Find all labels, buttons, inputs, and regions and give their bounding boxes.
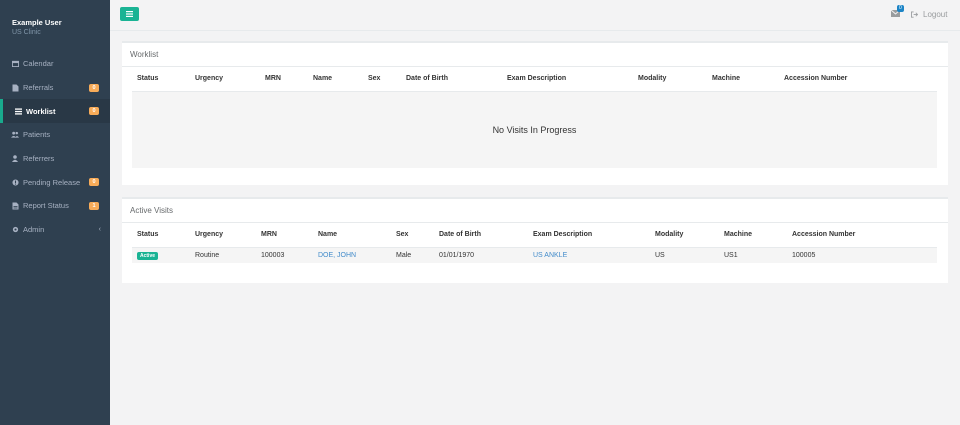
- messages-count-badge: 0: [897, 5, 904, 12]
- column-header[interactable]: Date of Birth: [401, 67, 502, 92]
- sidebar-item-referrals[interactable]: Referrals 0: [0, 76, 110, 100]
- worklist-body: Status Urgency MRN Name Sex Date of Birt…: [122, 67, 948, 168]
- column-header[interactable]: Status: [132, 67, 190, 92]
- column-header[interactable]: Urgency: [190, 223, 256, 248]
- calendar-icon: [11, 60, 19, 68]
- dob-cell: 01/01/1970: [434, 247, 528, 263]
- worklist-header-row: Status Urgency MRN Name Sex Date of Birt…: [132, 67, 937, 92]
- active-visits-table: Status Urgency MRN Name Sex Date of Birt…: [132, 223, 937, 263]
- sidebar-item-label: Patients: [23, 130, 51, 140]
- bars-icon: [126, 11, 133, 17]
- name-cell: DOE, JOHN: [313, 247, 391, 263]
- column-header[interactable]: Exam Description: [502, 67, 633, 92]
- sidebar-item-label: Calendar: [23, 59, 54, 69]
- worklist-table: Status Urgency MRN Name Sex Date of Birt…: [132, 67, 937, 92]
- column-header[interactable]: Urgency: [190, 67, 260, 92]
- table-row[interactable]: Active Routine 100003 DOE, JOHN Male 01/…: [132, 247, 937, 263]
- users-icon: [11, 131, 19, 139]
- column-header[interactable]: Modality: [633, 67, 707, 92]
- cog-icon: [11, 226, 19, 234]
- column-header[interactable]: Name: [308, 67, 363, 92]
- column-header[interactable]: Machine: [719, 223, 787, 248]
- menu-toggle-button[interactable]: [120, 7, 139, 21]
- accession-cell: 100005: [787, 247, 937, 263]
- column-header[interactable]: MRN: [256, 223, 313, 248]
- report-status-badge: 1: [89, 201, 99, 210]
- report-icon: [11, 202, 19, 210]
- column-header[interactable]: Accession Number: [787, 223, 937, 248]
- column-header[interactable]: Accession Number: [779, 67, 937, 92]
- urgency-cell: Routine: [190, 247, 256, 263]
- sidebar-item-label: Referrers: [23, 154, 55, 164]
- machine-cell: US1: [719, 247, 787, 263]
- sidebar-item-calendar[interactable]: Calendar: [0, 52, 110, 76]
- exam-description-link[interactable]: US ANKLE: [533, 252, 567, 259]
- file-icon: [11, 84, 19, 92]
- pending-release-badge: 0: [89, 178, 99, 187]
- user-name[interactable]: Example User: [12, 18, 98, 27]
- column-header[interactable]: Machine: [707, 67, 779, 92]
- active-visits-header-row: Status Urgency MRN Name Sex Date of Birt…: [132, 223, 937, 248]
- column-header[interactable]: Status: [132, 223, 190, 248]
- sidebar-item-worklist[interactable]: Worklist 0: [0, 99, 110, 124]
- status-badge: Active: [137, 251, 159, 260]
- column-header[interactable]: Name: [313, 223, 391, 248]
- sidebar-item-report-status[interactable]: Report Status 1: [0, 194, 110, 218]
- worklist-badge: 0: [89, 107, 99, 116]
- sidebar-item-label: Worklist: [26, 106, 56, 116]
- user-profile: Example User US Clinic: [0, 0, 110, 52]
- worklist-panel: Worklist Status Urgency MRN Name Sex Dat…: [122, 41, 948, 185]
- column-header[interactable]: Exam Description: [528, 223, 650, 248]
- clinic-name: US Clinic: [12, 29, 41, 36]
- sidebar: Example User US Clinic Calendar Referral…: [0, 0, 110, 425]
- worklist-title: Worklist: [122, 43, 948, 67]
- empty-state-message: No Visits In Progress: [132, 91, 937, 168]
- active-visits-body: Status Urgency MRN Name Sex Date of Birt…: [122, 223, 948, 263]
- sidebar-item-label: Pending Release: [23, 177, 81, 187]
- patient-name-link[interactable]: DOE, JOHN: [318, 252, 356, 259]
- sidebar-item-label: Admin: [23, 225, 45, 235]
- active-visits-panel: Active Visits Status Urgency MRN Name Se…: [122, 197, 948, 283]
- sidebar-item-referrers[interactable]: Referrers: [0, 147, 110, 171]
- modality-cell: US: [650, 247, 719, 263]
- sidebar-item-admin[interactable]: Admin ‹: [0, 218, 110, 242]
- chevron-left-icon: ‹: [98, 226, 101, 234]
- sidebar-item-patients[interactable]: Patients: [0, 123, 110, 147]
- column-header[interactable]: MRN: [260, 67, 308, 92]
- circle-icon: [11, 178, 19, 186]
- column-header[interactable]: Sex: [363, 67, 401, 92]
- column-header[interactable]: Sex: [391, 223, 434, 248]
- sidebar-item-label: Report Status: [23, 201, 69, 211]
- top-navbar: 0 Logout: [110, 0, 960, 31]
- column-header[interactable]: Modality: [650, 223, 719, 248]
- sidebar-item-pending-release[interactable]: Pending Release 0: [0, 170, 110, 194]
- sidebar-item-label: Referrals: [23, 83, 54, 93]
- sex-cell: Male: [391, 247, 434, 263]
- logout-label: Logout: [923, 10, 948, 19]
- column-header[interactable]: Date of Birth: [434, 223, 528, 248]
- status-cell: Active: [132, 247, 190, 263]
- sign-out-icon: [911, 11, 918, 18]
- user-icon: [11, 155, 19, 163]
- mrn-cell: 100003: [256, 247, 313, 263]
- list-icon: [14, 107, 22, 115]
- logout-link[interactable]: Logout: [911, 10, 947, 19]
- exam-cell: US ANKLE: [528, 247, 650, 263]
- sidebar-nav: Calendar Referrals 0 Worklist 0 Patients: [0, 52, 110, 242]
- active-visits-title: Active Visits: [122, 199, 948, 223]
- referrals-badge: 0: [89, 83, 99, 92]
- messages-button[interactable]: 0: [890, 5, 904, 20]
